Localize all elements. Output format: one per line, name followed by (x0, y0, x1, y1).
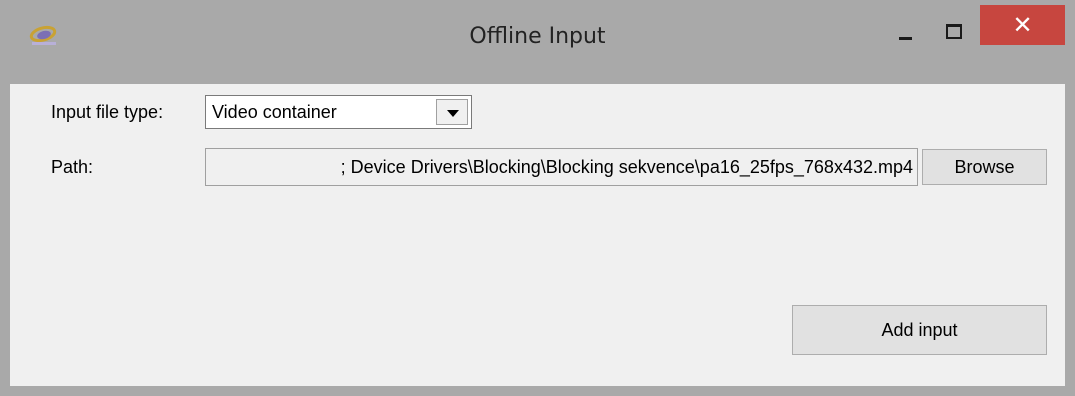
browse-button[interactable]: Browse (922, 149, 1047, 185)
close-button[interactable]: ✕ (980, 5, 1065, 45)
input-file-type-label: Input file type: (51, 102, 164, 122)
minimize-icon (899, 37, 912, 40)
add-input-button[interactable]: Add input (792, 305, 1047, 355)
chevron-down-icon[interactable] (436, 99, 468, 125)
input-file-type-select[interactable]: Video container (205, 95, 472, 129)
maximize-icon (946, 24, 962, 39)
close-icon: ✕ (1012, 11, 1033, 39)
input-file-type-value: Video container (212, 102, 337, 122)
dialog-content: Input file type: Video container Path: ;… (10, 84, 1065, 386)
minimize-button[interactable] (883, 10, 929, 50)
path-label: Path: (51, 157, 94, 177)
title-bar[interactable]: Offline Input ✕ (0, 0, 1075, 84)
path-field[interactable]: ; Device Drivers\Blocking\Blocking sekve… (205, 148, 918, 186)
path-value: ; Device Drivers\Blocking\Blocking sekve… (340, 157, 913, 177)
maximize-button[interactable] (929, 10, 975, 50)
offline-input-window: Offline Input ✕ Input file type: Video c… (0, 0, 1075, 396)
